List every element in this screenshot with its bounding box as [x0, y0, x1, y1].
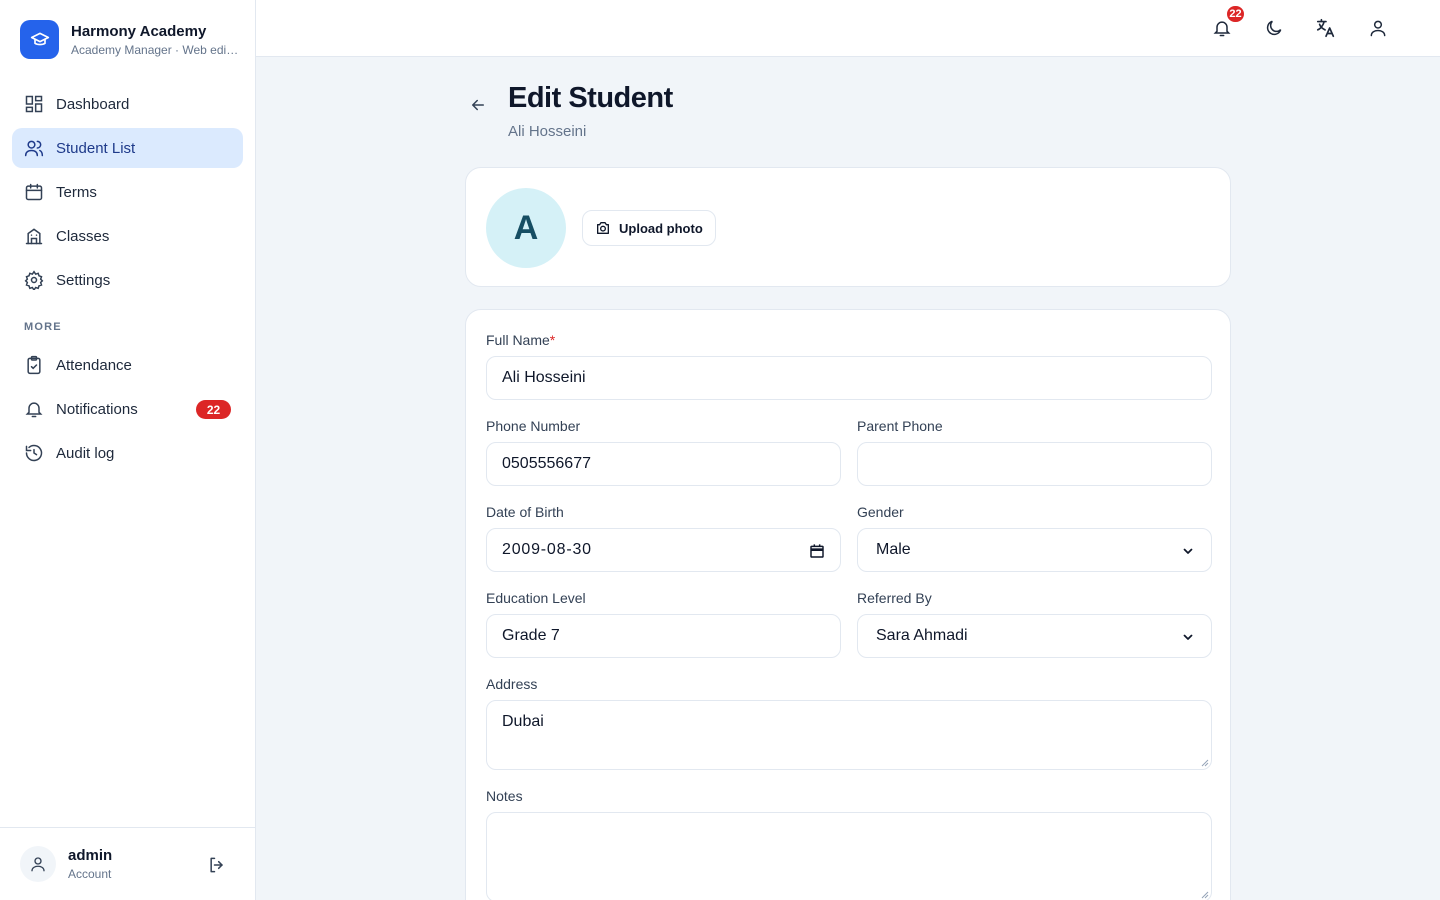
page-title: Edit Student	[508, 82, 673, 114]
brand[interactable]: Harmony Academy Academy Manager · Web ed…	[20, 20, 239, 59]
gear-icon	[24, 270, 44, 290]
user-icon	[1370, 20, 1386, 37]
dob-value: 2009-08-30	[502, 541, 592, 558]
referred-by-label: Referred By	[857, 590, 932, 606]
student-avatar: A	[486, 188, 566, 268]
sidebar-item-classes[interactable]: Classes	[12, 216, 243, 256]
sidebar-item-dashboard[interactable]: Dashboard	[12, 84, 243, 124]
address-value: Dubai	[502, 713, 544, 730]
sidebar-item-label: Audit log	[56, 444, 115, 462]
history-icon	[24, 443, 44, 463]
sidebar-item-terms[interactable]: Terms	[12, 172, 243, 212]
sidebar-item-label: Terms	[56, 183, 97, 201]
clipboard-icon	[24, 355, 44, 375]
sidebar-item-label: Notifications	[56, 400, 138, 418]
full-name-input[interactable]: Ali Hosseini	[486, 356, 1212, 400]
sidebar-item-label: Student List	[56, 139, 136, 157]
sidebar-item-label: Attendance	[56, 356, 132, 374]
photo-card: A Upload photo	[465, 167, 1231, 287]
sidebar-item-settings[interactable]: Settings	[12, 260, 243, 300]
referred-by-value: Sara Ahmadi	[876, 627, 968, 644]
moon-icon	[1266, 20, 1282, 36]
brand-subtitle: Academy Manager · Web edit...	[71, 42, 239, 57]
gender-value: Male	[876, 541, 911, 558]
education-label: Education Level	[486, 590, 586, 606]
full-name-label-text: Full Name	[486, 332, 550, 348]
calendar-icon	[24, 182, 44, 202]
graduation-cap-icon	[20, 20, 59, 59]
address-label: Address	[486, 676, 538, 692]
user-role: Account	[68, 867, 112, 881]
bell-icon	[24, 399, 44, 419]
address-textarea[interactable]: Dubai	[486, 700, 1212, 770]
chevron-down-icon	[1179, 542, 1197, 560]
sidebar: Harmony Academy Academy Manager · Web ed…	[0, 0, 256, 900]
full-name-value: Ali Hosseini	[502, 369, 586, 386]
sidebar-item-student-list[interactable]: Student List	[12, 128, 243, 168]
upload-photo-button[interactable]: Upload photo	[582, 210, 716, 246]
theme-toggle-button[interactable]	[1260, 14, 1288, 42]
sidebar-item-label: Classes	[56, 227, 110, 245]
phone-input[interactable]: 0505556677	[486, 442, 841, 486]
profile-button[interactable]	[1364, 14, 1392, 42]
building-icon	[24, 226, 44, 246]
arrow-left-icon	[472, 99, 484, 111]
sidebar-item-attendance[interactable]: Attendance	[12, 345, 243, 385]
education-input[interactable]: Grade 7	[486, 614, 841, 658]
dashboard-icon	[24, 94, 44, 114]
calendar-icon[interactable]	[808, 542, 826, 560]
logout-button[interactable]	[205, 853, 229, 877]
notification-count-badge: 22	[1225, 4, 1246, 24]
chevron-down-icon	[1179, 628, 1197, 646]
users-icon	[24, 138, 44, 158]
upload-photo-label: Upload photo	[619, 220, 703, 236]
full-name-label: Full Name*	[486, 332, 555, 348]
page-subtitle: Ali Hosseini	[508, 123, 587, 140]
translate-icon	[1316, 18, 1335, 38]
education-value: Grade 7	[502, 627, 560, 644]
sidebar-item-audit-log[interactable]: Audit log	[12, 433, 243, 473]
camera-icon	[597, 222, 609, 234]
gender-select[interactable]: Male	[857, 528, 1212, 572]
user-icon[interactable]	[20, 846, 56, 882]
brand-name: Harmony Academy	[71, 22, 207, 40]
resize-handle-icon[interactable]	[1201, 759, 1209, 767]
student-form: Full Name* Ali Hosseini Phone Number 050…	[465, 309, 1231, 900]
phone-label: Phone Number	[486, 418, 581, 434]
user-name: admin	[68, 847, 113, 864]
dob-label: Date of Birth	[486, 504, 564, 520]
back-button[interactable]	[466, 93, 490, 117]
language-button[interactable]	[1312, 14, 1340, 42]
resize-handle-icon[interactable]	[1201, 891, 1209, 899]
sidebar-item-label: Dashboard	[56, 95, 130, 113]
parent-phone-label: Parent Phone	[857, 418, 943, 434]
sidebar-item-notifications[interactable]: Notifications 22	[12, 389, 243, 429]
phone-value: 0505556677	[502, 455, 591, 472]
logout-icon	[210, 857, 223, 873]
notes-label: Notes	[486, 788, 523, 804]
notification-count-badge: 22	[196, 400, 231, 419]
dob-input[interactable]: 2009-08-30	[486, 528, 841, 572]
user-footer: admin Account	[0, 827, 255, 900]
notes-textarea[interactable]	[486, 812, 1212, 900]
gender-label: Gender	[857, 504, 904, 520]
sidebar-item-label: Settings	[56, 271, 111, 289]
topbar: 22	[256, 0, 1440, 57]
referred-by-select[interactable]: Sara Ahmadi	[857, 614, 1212, 658]
sidebar-section-title: MORE	[24, 321, 62, 333]
required-mark: *	[549, 332, 556, 348]
parent-phone-input[interactable]	[857, 442, 1212, 486]
